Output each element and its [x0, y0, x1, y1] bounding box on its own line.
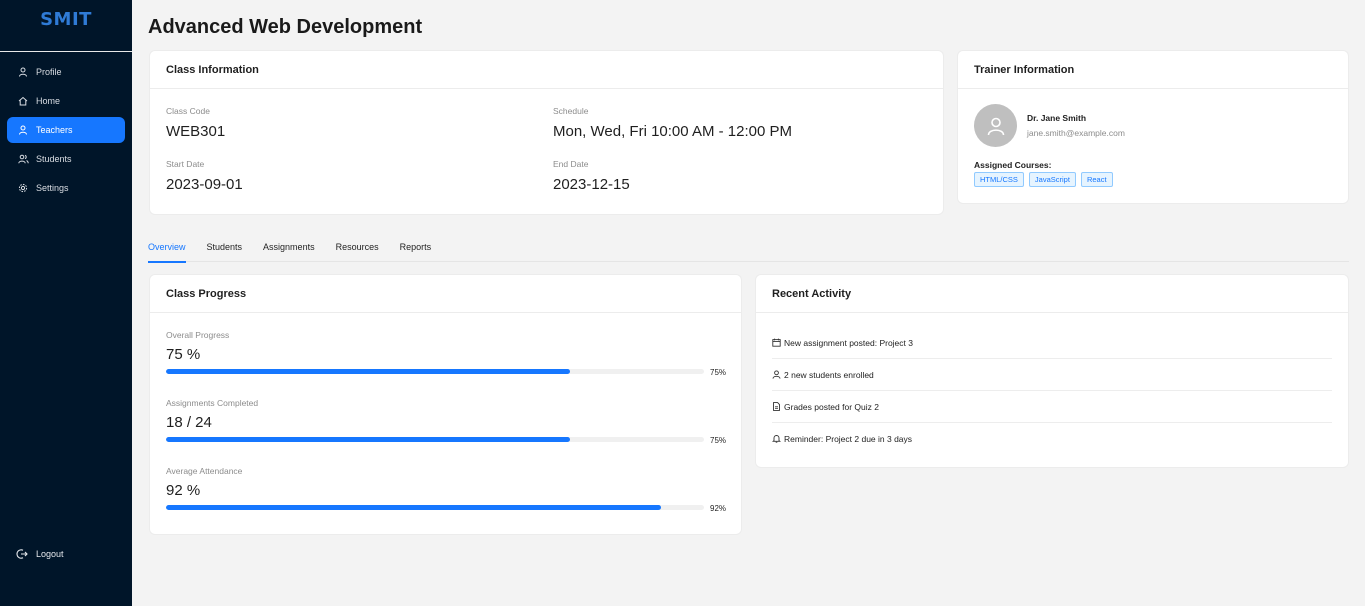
progress-bar: 75%: [166, 434, 727, 446]
sidebar-item-teachers[interactable]: Teachers: [7, 117, 125, 143]
tab-assignments[interactable]: Assignments: [263, 236, 315, 262]
sidebar-item-label: Settings: [36, 183, 69, 193]
list-item: Grades posted for Quiz 2: [772, 391, 1332, 423]
tab-students[interactable]: Students: [207, 236, 243, 262]
schedule-field: Schedule Mon, Wed, Fri 10:00 AM - 12:00 …: [553, 106, 792, 140]
progress-bar: 75%: [166, 366, 727, 378]
field-label: Class Code: [166, 106, 210, 116]
progress-track: [166, 437, 704, 442]
progress-track: [166, 505, 704, 510]
gear-icon: [17, 182, 29, 194]
schedule-value: Mon, Wed, Fri 10:00 AM - 12:00 PM: [553, 123, 792, 140]
assignments-completed: Assignments Completed 18 / 24 75%: [166, 398, 727, 446]
trainer-name: Dr. Jane Smith: [1027, 113, 1087, 123]
list-item: New assignment posted: Project 3: [772, 327, 1332, 359]
class-code-field: Class Code WEB301: [166, 106, 225, 140]
class-code-value: WEB301: [166, 123, 226, 140]
sidebar-item-label: Profile: [36, 67, 62, 77]
start-date-value: 2023-09-01: [166, 176, 243, 193]
progress-label: Overall Progress: [166, 330, 230, 340]
card-title: Class Information: [150, 51, 943, 89]
progress-fill: [166, 505, 661, 510]
user-icon: [17, 124, 29, 136]
sidebar-item-label: Students: [36, 154, 72, 164]
progress-value: 92 %: [166, 482, 201, 499]
sidebar-item-settings[interactable]: Settings: [7, 175, 125, 201]
tab-overview[interactable]: Overview: [148, 236, 186, 263]
logo: SMIT: [0, 0, 132, 52]
progress-value: 18 / 24: [166, 414, 212, 431]
sidebar-item-students[interactable]: Students: [7, 146, 125, 172]
card-title: Class Progress: [150, 275, 741, 313]
tab-reports[interactable]: Reports: [400, 236, 432, 262]
list-item: Reminder: Project 2 due in 3 days: [772, 423, 1332, 455]
page-title: Advanced Web Development: [148, 16, 423, 38]
activity-list: New assignment posted: Project 3 2 new s…: [772, 327, 1332, 455]
sidebar: SMIT Profile Home Teachers Students Sett…: [0, 0, 132, 606]
users-icon: [17, 153, 29, 165]
end-date-field: End Date 2023-12-15: [553, 159, 630, 193]
logout-button[interactable]: Logout: [16, 548, 64, 560]
sidebar-item-profile[interactable]: Profile: [7, 59, 125, 85]
end-date-value: 2023-12-15: [553, 176, 630, 193]
class-information-card: Class Information Class Code WEB301 Sche…: [149, 50, 944, 215]
field-label: Schedule: [553, 106, 589, 116]
tab-resources[interactable]: Resources: [336, 236, 379, 262]
activity-text: 2 new students enrolled: [784, 369, 874, 380]
average-attendance: Average Attendance 92 % 92%: [166, 466, 727, 514]
field-label: Start Date: [166, 159, 205, 169]
user-icon: [17, 66, 29, 78]
list-item: 2 new students enrolled: [772, 359, 1332, 391]
class-progress-card: Class Progress Overall Progress 75 % 75%…: [149, 274, 742, 535]
overall-progress: Overall Progress 75 % 75%: [166, 330, 727, 378]
logout-icon: [16, 548, 28, 560]
sidebar-item-label: Teachers: [36, 125, 73, 135]
course-tags: HTML/CSS JavaScript React: [974, 172, 1113, 187]
activity-text: Grades posted for Quiz 2: [784, 401, 879, 412]
assigned-courses-label: Assigned Courses:: [974, 160, 1052, 170]
user-icon: [772, 369, 782, 380]
progress-bar: 92%: [166, 502, 727, 514]
course-tag: HTML/CSS: [974, 172, 1024, 187]
activity-text: New assignment posted: Project 3: [784, 337, 913, 348]
tab-bar: Overview Students Assignments Resources …: [148, 236, 1349, 263]
calendar-icon: [772, 338, 782, 348]
field-label: End Date: [553, 159, 589, 169]
progress-percent: 92%: [710, 504, 727, 513]
file-icon: [772, 401, 782, 412]
sidebar-item-home[interactable]: Home: [7, 88, 125, 114]
bell-icon: [772, 434, 782, 444]
card-title: Trainer Information: [958, 51, 1348, 89]
activity-text: Reminder: Project 2 due in 3 days: [784, 434, 913, 444]
logo-text: SMIT: [40, 9, 92, 30]
sidebar-item-label: Home: [36, 96, 61, 106]
logout-label: Logout: [36, 549, 64, 559]
card-title: Recent Activity: [756, 275, 1348, 313]
recent-activity-card: Recent Activity New assignment posted: P…: [755, 274, 1349, 468]
progress-value: 75 %: [166, 346, 201, 363]
sidebar-nav: Profile Home Teachers Students Settings: [0, 52, 132, 201]
trainer-email: jane.smith@example.com: [1027, 128, 1125, 138]
trainer-information-card: Trainer Information Dr. Jane Smith jane.…: [957, 50, 1349, 204]
course-tag: React: [1080, 172, 1113, 187]
user-icon: [987, 117, 1004, 135]
course-tag: JavaScript: [1028, 172, 1076, 187]
avatar: [974, 104, 1017, 147]
progress-percent: 75%: [710, 368, 727, 377]
home-icon: [17, 95, 29, 107]
progress-percent: 75%: [710, 436, 727, 445]
start-date-field: Start Date 2023-09-01: [166, 159, 243, 193]
progress-label: Assignments Completed: [166, 398, 259, 408]
progress-fill: [166, 369, 570, 374]
progress-label: Average Attendance: [166, 466, 243, 476]
progress-track: [166, 369, 704, 374]
progress-fill: [166, 437, 570, 442]
